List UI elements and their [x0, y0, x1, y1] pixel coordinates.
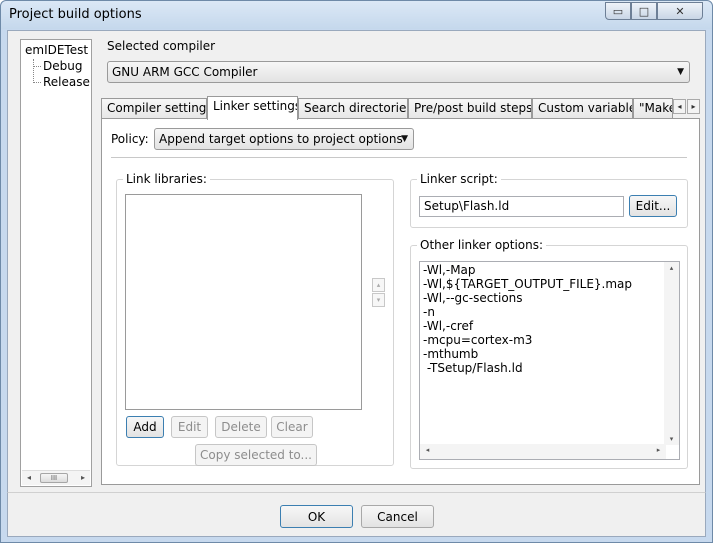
link-libraries-title: Link libraries: [123, 172, 210, 186]
scroll-right-icon[interactable]: ▸ [77, 472, 89, 484]
dialog-client-area: emIDETest Debug Release ◂ III ▸ Selected… [7, 30, 706, 537]
scroll-left-icon[interactable]: ◂ [23, 472, 35, 484]
linker-script-group: Linker script: Setup\Flash.ld Edit... [410, 172, 688, 228]
tab-compiler-settings[interactable]: Compiler settings [101, 98, 207, 119]
tab-label: "Make [639, 101, 673, 115]
option-line: -Wl,-cref [423, 319, 474, 333]
policy-select-value: Append target options to project options [159, 132, 403, 146]
linker-script-input[interactable]: Setup\Flash.ld [419, 196, 624, 217]
other-linker-options-title: Other linker options: [417, 238, 547, 252]
chevron-down-icon: ▼ [677, 67, 684, 77]
policy-select[interactable]: Append target options to project options… [154, 128, 414, 150]
other-linker-options-group: Other linker options: -Wl,-Map -Wl,${TAR… [410, 238, 688, 469]
options-horizontal-scrollbar[interactable]: ◂ ▸ [420, 444, 666, 459]
selected-compiler-label: Selected compiler [107, 39, 216, 53]
tree-horizontal-scrollbar[interactable]: ◂ III ▸ [22, 470, 90, 485]
tab-search-directories[interactable]: Search directories [298, 98, 408, 119]
scroll-up-icon[interactable]: ▴ [666, 264, 677, 272]
cancel-button[interactable]: Cancel [361, 505, 434, 528]
build-target-tree[interactable]: emIDETest Debug Release ◂ III ▸ [20, 39, 92, 487]
option-line: -mthumb [423, 347, 479, 361]
move-down-button[interactable]: ▾ [372, 293, 385, 307]
option-line: -n [423, 305, 435, 319]
scroll-right-icon[interactable]: ▸ [653, 446, 664, 454]
tab-label: Pre/post build steps [414, 101, 532, 115]
linker-settings-panel: Policy: Append target options to project… [101, 118, 700, 485]
option-line: -Wl,-Map [423, 263, 476, 277]
tree-connector [33, 59, 34, 83]
maximize-button[interactable]: □ [631, 2, 657, 20]
window-title: Project build options [9, 7, 142, 22]
clear-libraries-button[interactable]: Clear [271, 416, 313, 438]
linker-script-title: Linker script: [417, 172, 501, 186]
tab-pre-post-build-steps[interactable]: Pre/post build steps [408, 98, 532, 119]
other-linker-options-textarea[interactable]: -Wl,-Map -Wl,${TARGET_OUTPUT_FILE}.map -… [419, 261, 680, 460]
tab-label: Custom variables [538, 101, 633, 115]
tab-scroll-left-icon[interactable]: ◂ [673, 99, 686, 114]
option-line: -TSetup/Flash.ld [423, 361, 523, 375]
scroll-thumb[interactable]: III [40, 473, 68, 483]
compiler-select-value: GNU ARM GCC Compiler [112, 65, 258, 79]
close-button[interactable]: ✕ [657, 2, 703, 20]
tab-custom-variables[interactable]: Custom variables [532, 98, 633, 119]
tab-linker-settings[interactable]: Linker settings [207, 96, 298, 120]
edit-linker-script-button[interactable]: Edit... [629, 195, 677, 217]
maximize-icon: □ [638, 4, 650, 18]
add-library-button[interactable]: Add [126, 416, 164, 438]
tree-connector [33, 66, 41, 67]
options-vertical-scrollbar[interactable]: ▴ ▾ [664, 262, 679, 445]
divider [111, 157, 687, 158]
delete-library-button[interactable]: Delete [215, 416, 267, 438]
option-line: -mcpu=cortex-m3 [423, 333, 533, 347]
dialog-button-bar: OK Cancel [7, 492, 706, 537]
close-icon: ✕ [675, 4, 685, 18]
tree-connector [33, 82, 41, 83]
link-libraries-list[interactable] [125, 194, 362, 410]
tree-item-debug[interactable]: Debug [43, 59, 82, 73]
edit-library-button[interactable]: Edit [171, 416, 208, 438]
tab-make-commands[interactable]: "Make [633, 98, 673, 119]
chevron-down-icon: ▼ [401, 134, 408, 144]
move-up-button[interactable]: ▴ [372, 278, 385, 292]
tab-scroll-right-icon[interactable]: ▸ [687, 99, 700, 114]
title-bar[interactable]: Project build options ▭ □ ✕ [1, 1, 712, 29]
settings-tabs: Compiler settings Linker settings Search… [101, 96, 701, 120]
tab-label: Compiler settings [107, 101, 207, 115]
option-line: -Wl,--gc-sections [423, 291, 523, 305]
tree-item-project[interactable]: emIDETest [25, 43, 88, 57]
minimize-icon: ▭ [612, 4, 624, 18]
tab-label: Search directories [304, 101, 408, 115]
scroll-down-icon[interactable]: ▾ [666, 435, 677, 443]
option-line: -Wl,${TARGET_OUTPUT_FILE}.map [423, 277, 633, 291]
policy-label: Policy: [111, 132, 149, 146]
minimize-button[interactable]: ▭ [605, 2, 631, 20]
compiler-select[interactable]: GNU ARM GCC Compiler ▼ [107, 61, 690, 83]
copy-selected-to-button[interactable]: Copy selected to... [195, 444, 317, 466]
scroll-left-icon[interactable]: ◂ [422, 446, 433, 454]
ok-button[interactable]: OK [280, 505, 353, 528]
tree-item-release[interactable]: Release [43, 75, 90, 89]
link-libraries-group: Link libraries: ▴ ▾ Add Edit Delete Clea… [116, 172, 394, 466]
project-build-options-window: Project build options ▭ □ ✕ emIDETest De… [0, 0, 713, 543]
tab-label: Linker settings [213, 99, 298, 113]
